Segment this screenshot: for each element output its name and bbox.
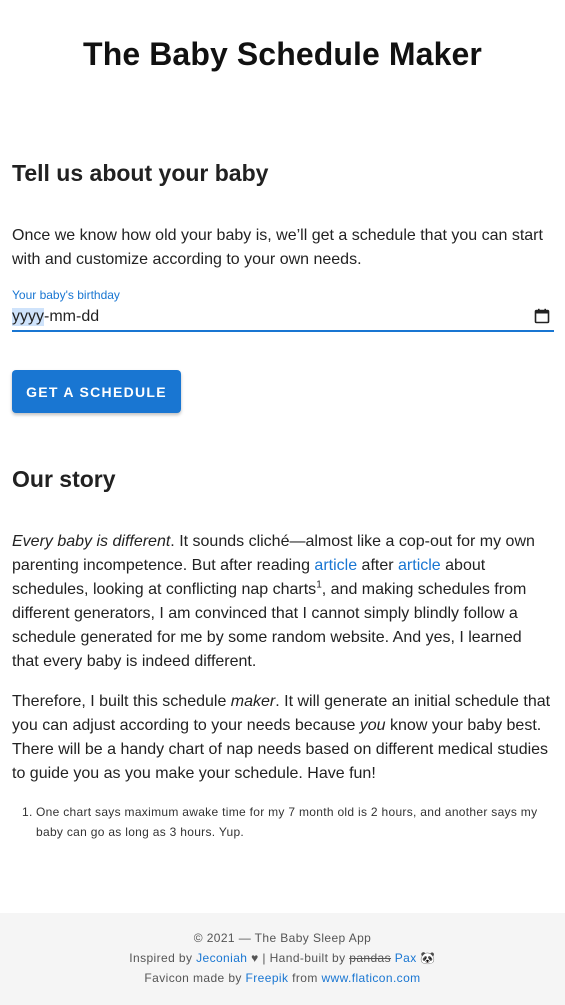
story-p2-text-1: Therefore, I built this schedule: [12, 693, 231, 710]
flaticon-link[interactable]: www.flaticon.com: [321, 971, 420, 985]
story-emphasis-you: you: [359, 717, 386, 734]
article-link-1[interactable]: article: [314, 557, 357, 574]
footer-favicon-credit: Favicon made by Freepik from www.flatico…: [0, 971, 565, 985]
freepik-link[interactable]: Freepik: [246, 971, 289, 985]
story-paragraph-1: Every baby is different. It sounds clich…: [12, 530, 552, 674]
story-emphasis-maker: maker: [230, 693, 276, 710]
date-year-segment[interactable]: yyyy: [12, 308, 44, 326]
footnote-text: One chart says maximum awake time for my…: [36, 805, 538, 839]
story-paragraph-2: Therefore, I built this schedule maker. …: [12, 690, 552, 786]
app-title: The Baby Schedule Maker: [83, 36, 482, 72]
panda-icon: 🐼: [420, 951, 436, 965]
story-heading: Our story: [12, 466, 116, 492]
footnote-list: 1. One chart says maximum awake time for…: [22, 802, 552, 842]
footer-built-strike: pandas: [349, 951, 392, 965]
footer-favicon-mid: from: [288, 971, 322, 985]
footer-credits: Inspired by Jeconiah ♥ | Hand-built by p…: [0, 951, 565, 965]
footer-copyright: © 2021 — The Baby Sleep App: [193, 931, 372, 945]
article-link-2[interactable]: article: [398, 557, 441, 574]
footer-favicon-prefix: Favicon made by: [144, 971, 246, 985]
footnote-number: 1.: [22, 805, 33, 819]
intro-heading: Tell us about your baby: [12, 160, 269, 186]
footer: © 2021 — The Baby Sleep App Inspired by …: [0, 913, 565, 1005]
heart-icon: ♥: [251, 951, 259, 965]
date-rest-segment[interactable]: -mm-dd: [44, 308, 99, 326]
story-emphasis-lead: Every baby is different: [12, 533, 171, 550]
jeconiah-link[interactable]: Jeconiah: [196, 951, 247, 965]
get-schedule-button[interactable]: Get a schedule: [12, 370, 181, 413]
birthday-label: Your baby's birthday: [12, 288, 120, 302]
calendar-icon[interactable]: [534, 308, 550, 324]
story-p1-text-2: after: [357, 557, 399, 574]
birthday-date-input[interactable]: yyyy -mm-dd: [12, 304, 554, 332]
intro-text: Once we know how old your baby is, we’ll…: [12, 227, 543, 268]
footer-built-prefix: | Hand-built by: [258, 951, 350, 965]
page: The Baby Schedule Maker Tell us about yo…: [0, 0, 565, 1005]
footer-inspired-prefix: Inspired by: [129, 951, 197, 965]
pax-link[interactable]: Pax: [395, 951, 417, 965]
